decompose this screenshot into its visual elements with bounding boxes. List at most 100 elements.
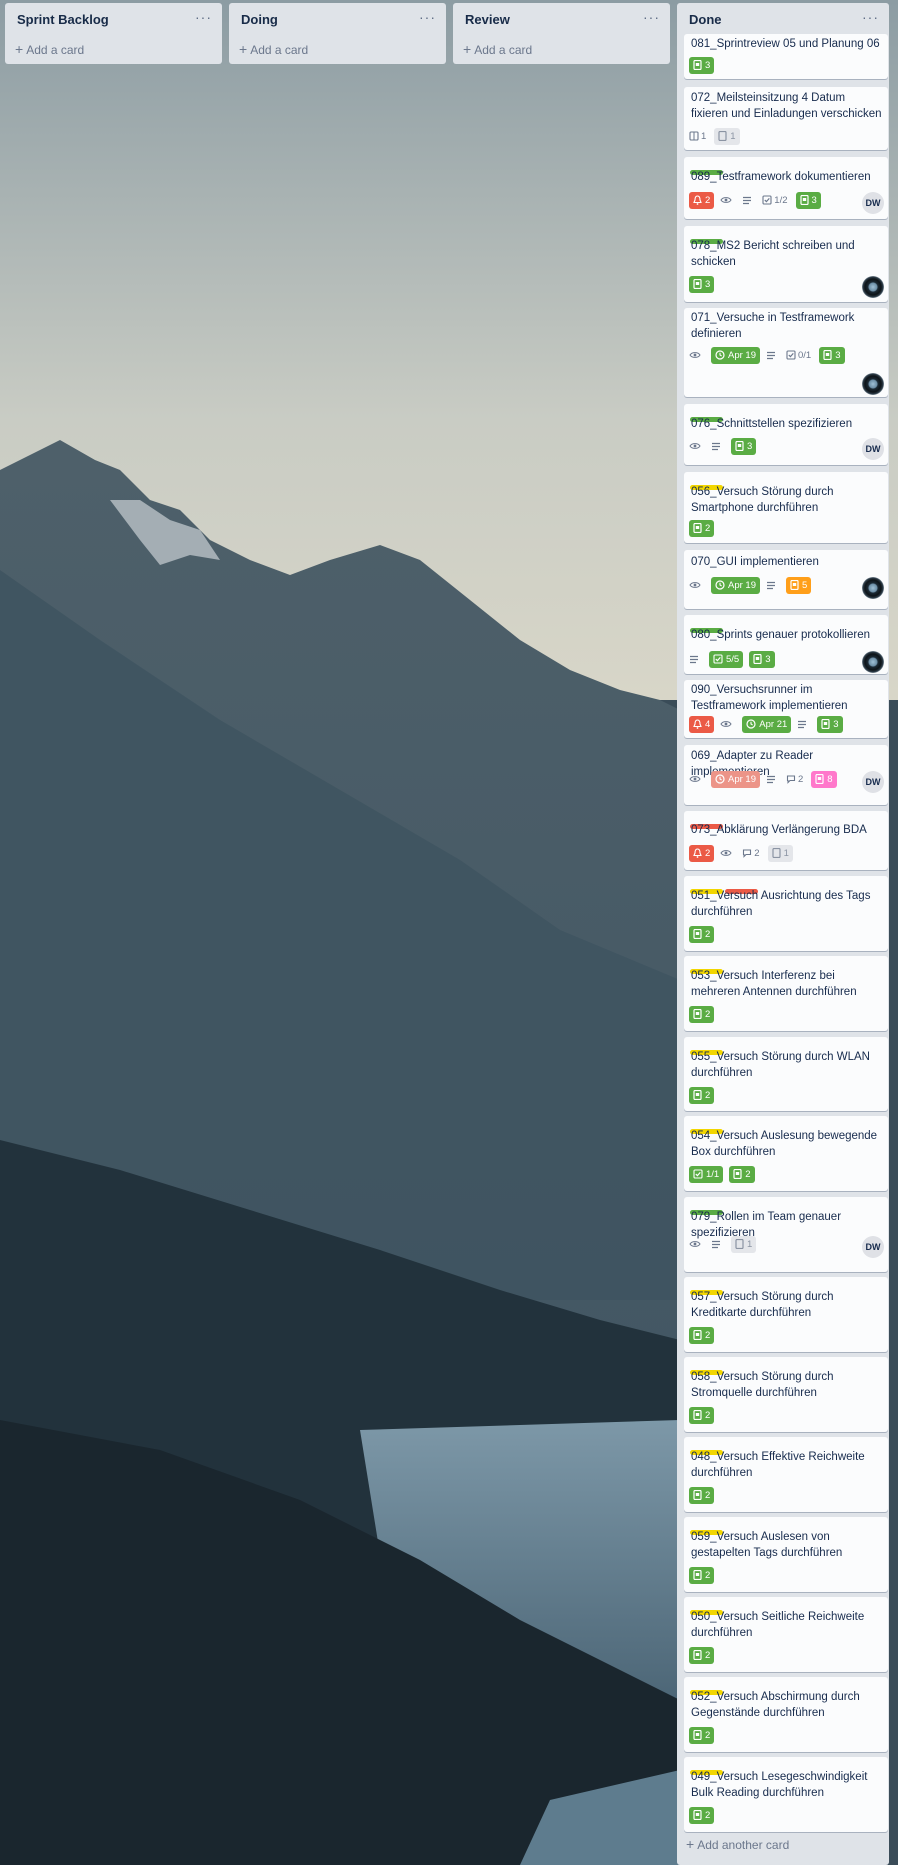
avatar[interactable]: DW	[862, 192, 884, 214]
avatar[interactable]	[862, 276, 884, 298]
story-points-badge-text: 3	[811, 194, 817, 206]
description-icon	[742, 196, 754, 205]
card[interactable]: 076_Schnittstellen spezifizieren 3 DW	[684, 404, 888, 465]
card[interactable]: 090_Versuchsrunner im Testframework impl…	[684, 680, 888, 738]
comment-icon: 2	[742, 848, 760, 859]
card[interactable]: 049_Versuch Lesegeschwindigkeit Bulk Rea…	[684, 1757, 888, 1832]
add-another-card-label: Add another card	[697, 1838, 790, 1852]
list-menu-icon[interactable]: ···	[195, 9, 212, 25]
watch-icon	[689, 1240, 703, 1248]
notification-badge-text: 4	[705, 718, 711, 730]
list-title[interactable]: Done	[689, 12, 722, 27]
card-badges: 3	[689, 56, 720, 74]
card-badges: 1	[689, 1235, 762, 1253]
notification-badge: 4	[689, 715, 715, 733]
card[interactable]: 055_Versuch Störung durch WLAN durchführ…	[684, 1037, 888, 1111]
story-points-badge-text: 3	[705, 59, 711, 71]
card-badges: 5/5 3	[689, 650, 781, 668]
list-title[interactable]: Doing	[241, 12, 278, 27]
comment-icon: 2	[786, 774, 803, 785]
add-another-card-button[interactable]: + Add another card	[686, 1836, 789, 1852]
card[interactable]: 057_Versuch Störung durch Kreditkarte du…	[684, 1277, 888, 1352]
story-points-badge: 2	[689, 1486, 715, 1504]
card-badges: 3	[689, 437, 762, 455]
card[interactable]: 050_Versuch Seitliche Reichweite durchfü…	[684, 1597, 888, 1672]
card[interactable]: 069_Adapter zu Reader implementierenApr …	[684, 745, 888, 805]
story-points-badge-text: 1	[730, 130, 736, 142]
story-points-badge: 3	[689, 56, 715, 74]
add-card-button[interactable]: + Add a card	[15, 41, 84, 57]
story-points-badge-text: 3	[835, 349, 841, 361]
story-points-badge: 3	[731, 437, 757, 455]
card[interactable]: 070_GUI implementieren Apr 19 5	[684, 550, 888, 609]
story-points-badge-text: 5	[802, 579, 808, 591]
story-points-badge: 3	[819, 346, 845, 364]
story-points-badge: 3	[795, 191, 821, 209]
avatar[interactable]: DW	[862, 438, 884, 460]
list-menu-icon[interactable]: ···	[862, 9, 879, 25]
plus-icon: +	[15, 41, 24, 57]
card-labels	[690, 961, 725, 974]
card[interactable]: 051_Versuch Ausrichtung des Tags durchfü…	[684, 876, 888, 951]
card-badges: 2	[689, 1406, 720, 1424]
description-icon: 1	[689, 131, 706, 142]
card-labels	[690, 477, 725, 490]
list-title[interactable]: Review	[465, 12, 510, 27]
checklist-icon-text: 0/1	[798, 349, 812, 361]
due-date-badge-text: Apr 19	[728, 579, 756, 591]
card[interactable]: 072_Meilsteinsitzung 4 Datum fixieren un…	[684, 87, 888, 150]
list-menu-icon[interactable]: ···	[419, 9, 436, 25]
card-title: 080_Sprints genauer protokollieren	[691, 629, 871, 641]
card[interactable]: 058_Versuch Störung durch Stromquelle du…	[684, 1357, 888, 1432]
card[interactable]: 054_Versuch Auslesung bewegende Box durc…	[684, 1116, 888, 1191]
story-points-badge: 2	[689, 1005, 715, 1023]
story-points-badge-text: 2	[705, 1729, 711, 1741]
story-points-badge-text: 2	[705, 1008, 711, 1020]
story-points-badge-text: 2	[705, 1569, 711, 1581]
card-badges: 1/1 2	[689, 1165, 761, 1183]
card[interactable]: 080_Sprints genauer protokollieren 5/5 3	[684, 615, 888, 674]
avatar[interactable]	[862, 373, 884, 395]
story-points-badge-text: 2	[705, 928, 711, 940]
avatar[interactable]: DW	[862, 771, 884, 793]
story-points-badge-text: 2	[705, 1649, 711, 1661]
card[interactable]: 079_Rollen im Team genauer spezifizieren…	[684, 1197, 888, 1272]
card[interactable]: 059_Versuch Auslesen von gestapelten Tag…	[684, 1517, 888, 1592]
story-points-badge-text: 8	[827, 773, 833, 785]
add-card-button[interactable]: + Add a card	[239, 41, 308, 57]
card[interactable]: 071_Versuche in Testframework definieren…	[684, 308, 888, 397]
card[interactable]: 056_Versuch Störung durch Smartphone dur…	[684, 472, 888, 543]
card-title: 054_Versuch Auslesung bewegende Box durc…	[691, 1130, 878, 1158]
list-title[interactable]: Sprint Backlog	[17, 12, 109, 27]
card-badges: Apr 19 5	[689, 576, 817, 594]
avatar[interactable]	[862, 577, 884, 599]
story-points-badge: 5	[786, 576, 812, 594]
watch-icon	[720, 849, 734, 857]
card-title: 070_GUI implementieren	[691, 556, 819, 568]
list-sprint-backlog: Sprint Backlog ··· + Add a card	[5, 3, 222, 64]
card[interactable]: 089_Testframework dokumentieren 2 1/2 3 DW	[684, 157, 888, 219]
story-points-badge-text: 2	[745, 1168, 751, 1180]
card[interactable]: 053_Versuch Interferenz bei mehreren Ant…	[684, 956, 888, 1031]
notification-badge: 2	[689, 191, 715, 209]
card[interactable]: 052_Versuch Abschirmung durch Gegenständ…	[684, 1677, 888, 1752]
due-date-badge: Apr 21	[742, 715, 792, 733]
avatar[interactable]	[862, 651, 884, 673]
card[interactable]: 048_Versuch Effektive Reichweite durchfü…	[684, 1437, 888, 1512]
card[interactable]: 081_Sprintreview 05 und Planung 06 3	[684, 34, 888, 79]
story-points-badge-text: 2	[705, 1809, 711, 1821]
card-badges: 2	[689, 1566, 720, 1584]
description-icon-text: 1	[701, 130, 707, 142]
list-menu-icon[interactable]: ···	[643, 9, 660, 25]
card-title: 051_Versuch Ausrichtung des Tags durchfü…	[691, 890, 871, 918]
story-points-badge: 1	[731, 1235, 757, 1253]
avatar[interactable]: DW	[862, 1236, 884, 1258]
description-icon	[711, 442, 723, 451]
card-labels	[690, 1121, 725, 1134]
story-points-badge-text: 2	[705, 1489, 711, 1501]
card[interactable]: 073_Abklärung Verlängerung BDA 2 2 1	[684, 811, 888, 870]
list-doing: Doing ··· + Add a card	[229, 3, 446, 64]
card-title: 057_Versuch Störung durch Kreditkarte du…	[691, 1291, 834, 1319]
add-card-button[interactable]: + Add a card	[463, 41, 532, 57]
card[interactable]: 078_MS2 Bericht schreiben und schicken 3	[684, 226, 888, 302]
